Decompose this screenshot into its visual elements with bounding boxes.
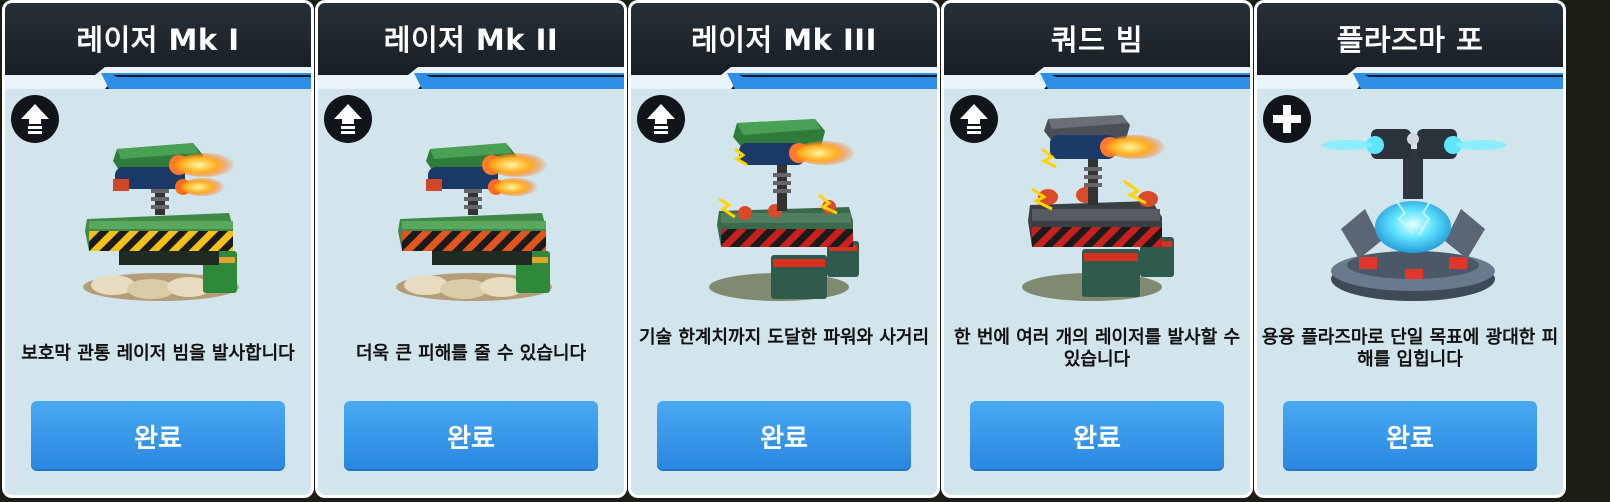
card-description: 기술 한계치까지 도달한 파워와 사거리 xyxy=(638,327,930,348)
upgrade-arrow-icon xyxy=(637,95,685,143)
card-description: 한 번에 여러 개의 레이저를 발사할 수 있습니다 xyxy=(954,327,1240,370)
laser-turret-mk1-image xyxy=(83,143,239,301)
card-description: 더욱 큰 피해를 줄 수 있습니다 xyxy=(355,343,587,364)
card-title: 쿼드 빔 xyxy=(1050,23,1144,57)
upgrade-arrow-icon xyxy=(11,95,59,143)
card-title: 레이저 Mk II xyxy=(383,23,559,57)
plasma-cannon-image xyxy=(1321,129,1507,301)
done-button[interactable]: 완료 xyxy=(1283,401,1537,471)
card-title: 레이저 Mk I xyxy=(76,23,240,57)
upgrade-card-laser-mk1: 레이저 Mk I 보호막 관통 레이저 빔을 발사합니다 완료 xyxy=(2,0,314,498)
done-button[interactable]: 완료 xyxy=(970,401,1224,471)
upgrade-card-quad-beam: 쿼드 빔 한 번에 여러 개의 레이저를 발사할 수 있습니다 완료 xyxy=(941,0,1253,498)
card-header: 레이저 Mk II xyxy=(318,3,624,89)
upgrade-card-plasma-cannon: 플라즈마 포 용융 플라즈마로 단일 목표에 광대한 피해를 입힙니다 완료 xyxy=(1254,0,1566,498)
card-header: 쿼드 빔 xyxy=(944,3,1250,89)
quad-beam-turret-image xyxy=(1022,115,1174,301)
upgrade-card-laser-mk2: 레이저 Mk II 더욱 큰 피해를 줄 수 있습니다 완료 xyxy=(315,0,627,498)
plus-icon xyxy=(1263,95,1311,143)
card-header: 레이저 Mk I xyxy=(5,3,311,89)
card-title: 레이저 Mk III xyxy=(691,23,877,57)
laser-turret-mk2-image xyxy=(396,143,552,301)
card-header: 레이저 Mk III xyxy=(631,3,937,89)
card-header: 플라즈마 포 xyxy=(1257,3,1563,89)
upgrade-arrow-icon xyxy=(950,95,998,143)
upgrade-card-row: 레이저 Mk I 보호막 관통 레이저 빔을 발사합니다 완료 레이저 Mk I… xyxy=(0,0,1610,502)
upgrade-arrow-icon xyxy=(324,95,372,143)
laser-turret-mk3-image xyxy=(709,119,859,301)
done-button[interactable]: 완료 xyxy=(31,401,285,471)
card-title: 플라즈마 포 xyxy=(1336,23,1484,57)
done-button[interactable]: 완료 xyxy=(344,401,598,471)
upgrade-card-laser-mk3: 레이저 Mk III 기술 한계치까지 도달한 파워와 사거리 완료 xyxy=(628,0,940,498)
card-description: 용융 플라즈마로 단일 목표에 광대한 피해를 입힙니다 xyxy=(1261,327,1559,370)
done-button[interactable]: 완료 xyxy=(657,401,911,471)
card-description: 보호막 관통 레이저 빔을 발사합니다 xyxy=(21,343,295,364)
